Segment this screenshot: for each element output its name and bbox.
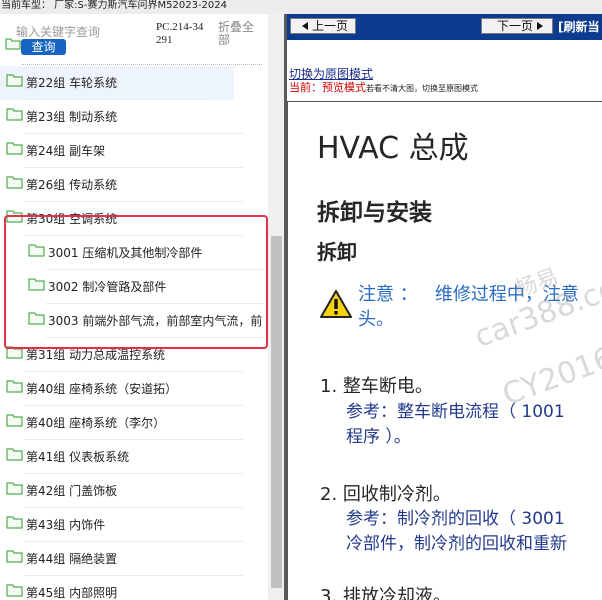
step-2: 2. 回收制冷剂。: [320, 484, 451, 505]
tree-item-label: 第41组 仪表板系统: [26, 450, 130, 464]
refresh-link[interactable]: [刷新当: [558, 20, 600, 34]
folder-icon: [28, 244, 45, 257]
prev-page-button[interactable]: 上一页: [290, 18, 356, 34]
folder-icon: [6, 74, 23, 87]
reference-2-line-1: 参考：制冷剂的回收（ 3001: [346, 509, 565, 529]
tree-item-label: 第22组 车轮系统: [26, 76, 118, 90]
tree-item[interactable]: 第22组 车轮系统: [0, 66, 234, 100]
folder-icon: [28, 312, 45, 325]
folder-icon: [28, 278, 45, 291]
search-button[interactable]: 查询: [21, 39, 66, 55]
folder-icon: [6, 176, 23, 189]
tree-item[interactable]: 第26组 传动系统: [0, 168, 268, 202]
reference-2: 参考：制冷剂的回收（ 3001 冷部件，制冷剂的回收和重新: [346, 507, 602, 557]
folder-icon: [6, 380, 23, 393]
warning-icon: [320, 290, 352, 318]
doc-title: HVAC 总成: [317, 131, 469, 166]
tree-item[interactable]: 第42组 门盖饰板: [0, 474, 268, 508]
next-page-button[interactable]: 下一页: [481, 18, 553, 34]
page-nav-bar: 上一页 下一页 [刷新当: [287, 14, 602, 40]
tree-item-label: 第44组 隔绝装置: [26, 552, 118, 566]
switch-original-mode-link[interactable]: 切换为原图模式: [289, 65, 373, 82]
tree-item[interactable]: 第41组 仪表板系统: [0, 440, 268, 474]
reference-2-line-2: 冷部件，制冷剂的回收和重新: [346, 534, 567, 554]
tree-item-label: 第40组 座椅系统（安道拓）: [26, 382, 178, 396]
doc-subtitle: 拆卸与安装: [317, 200, 432, 226]
reference-1-line-2: 程序 ）。: [346, 427, 411, 447]
tree-item-label: 第42组 门盖饰板: [26, 484, 118, 498]
search-area: 查询 PC.214-34291 折叠全部: [0, 14, 268, 66]
tree-item-label: 第31组 动力总成温控系统: [26, 348, 166, 362]
tree-item-label: 3003 前端外部气流，前部室内气流，前: [48, 314, 263, 328]
tree-item[interactable]: 第43组 内饰件: [0, 508, 268, 542]
tree-item[interactable]: 第23组 制动系统: [0, 100, 268, 134]
folder-icon: [6, 346, 23, 359]
collapse-all-button[interactable]: 折叠全部: [218, 21, 258, 47]
folder-icon: [6, 448, 23, 461]
folder-icon: [6, 108, 23, 121]
mode-hint: 若看不清大图，切换至原图模式: [366, 84, 478, 93]
tree-subitem[interactable]: 3001 压缩机及其他制冷部件: [0, 236, 268, 270]
tree-item[interactable]: 第44组 隔绝装置: [0, 542, 268, 576]
tree-item-label: 第26组 传动系统: [26, 178, 118, 192]
tree-item-label: 第40组 座椅系统（李尔）: [26, 416, 166, 430]
tree-item-label: 第43组 内饰件: [26, 518, 106, 532]
mode-current-value: 预览模式: [322, 81, 366, 94]
scrollbar-thumb[interactable]: [271, 236, 282, 588]
tree-item[interactable]: 第40组 座椅系统（安道拓）: [0, 372, 268, 406]
warning-message: 注意 ： 维修过程中，注意头。: [358, 282, 602, 332]
arrow-right-icon: [537, 21, 543, 30]
tree-item[interactable]: 第45组 内部照明: [0, 576, 268, 600]
document-content: HVAC 总成 拆卸与安装 拆卸 注意 ： 维修过程中，注意头。 1. 整车断电…: [287, 101, 602, 600]
folder-icon: [6, 142, 23, 155]
tree-item[interactable]: 第30组 空调系统: [0, 202, 268, 236]
left-panel: 查询 PC.214-34291 折叠全部 第22组 车轮系统第23组 制动系统第…: [0, 14, 284, 600]
warning-body-2: 头。: [358, 309, 394, 330]
tree-item[interactable]: 第24组 副车架: [0, 134, 268, 168]
next-page-label: 下一页: [496, 19, 533, 33]
top-info-bar: 当前车型： 厂家:S-赛力斯汽车问界M52023-2024: [0, 0, 602, 14]
tree-item-label: 第30组 空调系统: [26, 212, 118, 226]
model-code-link[interactable]: PC.214-34291: [156, 21, 206, 47]
warning-body: 维修过程中，注意: [434, 284, 579, 305]
mode-current-label: 当前：: [289, 81, 322, 94]
folder-icon: [6, 516, 23, 529]
step-3: 3. 排放冷却液。: [320, 586, 451, 600]
prev-page-label: 上一页: [311, 19, 348, 33]
tree-subitem[interactable]: 3002 制冷管路及部件: [0, 270, 268, 304]
step-1: 1. 整车断电。: [320, 376, 433, 397]
tree-item-label: 第45组 内部照明: [26, 586, 118, 600]
tree-item-label: 3001 压缩机及其他制冷部件: [48, 246, 203, 260]
warning-label: 注意 ：: [358, 284, 418, 305]
arrow-left-icon: [301, 21, 308, 30]
tree-item[interactable]: 第31组 动力总成温控系统: [0, 338, 268, 372]
doc-section-heading: 拆卸: [317, 240, 357, 264]
mode-status: 当前：预览模式若看不清大图，切换至原图模式: [289, 81, 478, 96]
divider: [22, 64, 262, 65]
folder-icon: [6, 482, 23, 495]
tree-item-label: 第23组 制动系统: [26, 110, 118, 124]
folder-icon: [6, 414, 23, 427]
folder-icon: [6, 550, 23, 563]
tree-item-label: 第24组 副车架: [26, 144, 106, 158]
reference-1-line-1: 参考：整车断电流程（ 1001: [346, 402, 565, 422]
tree-item[interactable]: 第40组 座椅系统（李尔）: [0, 406, 268, 440]
tree-item-label: 3002 制冷管路及部件: [48, 280, 167, 294]
tree-subitem[interactable]: 3003 前端外部气流，前部室内气流，前: [0, 304, 268, 338]
right-panel: 上一页 下一页 [刷新当 切换为原图模式 当前：预览模式若看不清大图，切换至原图…: [287, 14, 602, 600]
folder-icon: [6, 584, 23, 597]
folder-icon: [6, 210, 23, 223]
reference-1: 参考：整车断电流程（ 1001 程序 ）。: [346, 400, 602, 450]
